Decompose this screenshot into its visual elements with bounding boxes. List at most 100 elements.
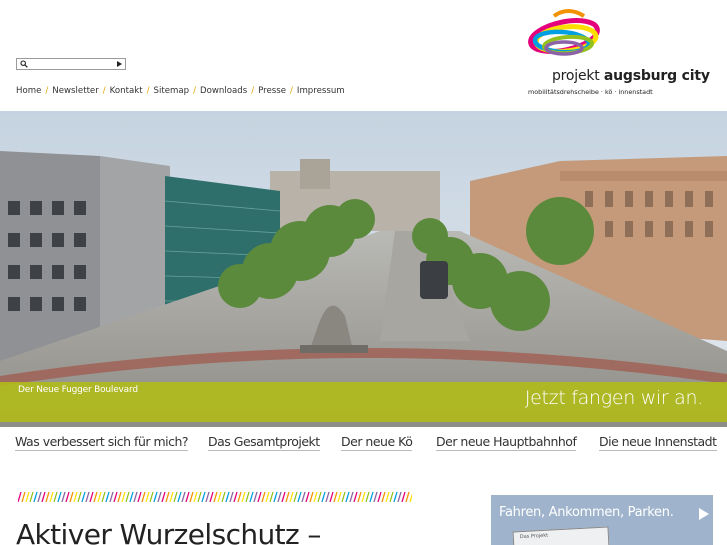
topnav-item-home[interactable]: Home (16, 86, 41, 96)
stripe-line (281, 492, 286, 502)
stripe-line (329, 492, 334, 502)
main-navigation: Was verbessert sich für mich? Das Gesamt… (0, 434, 727, 456)
stripe-line (53, 492, 58, 502)
stripe-line (61, 492, 66, 502)
stripe-line (105, 492, 110, 502)
stripe-line (405, 492, 410, 502)
topnav-item-impressum[interactable]: Impressum (297, 86, 345, 96)
stripe-line (41, 492, 46, 502)
stripe-line (397, 492, 402, 502)
mainnav-item-neue-koe[interactable]: Der neue Kö (341, 434, 413, 451)
search-box[interactable] (16, 58, 126, 70)
topnav-separator: / (146, 86, 150, 96)
stripe-line (325, 492, 330, 502)
stripe-line (145, 492, 150, 502)
stripe-line (357, 492, 362, 502)
stripe-line (125, 492, 130, 502)
topnav-separator: / (251, 86, 255, 96)
stripe-line (189, 492, 194, 502)
stripe-line (369, 492, 374, 502)
stripe-line (349, 492, 354, 502)
stripe-line (317, 492, 322, 502)
stripe-line (169, 492, 174, 502)
decorative-stripes (18, 492, 412, 502)
stripe-line (201, 492, 206, 502)
stripe-line (249, 492, 254, 502)
hero-claim: Jetzt fangen wir an. (524, 387, 703, 409)
stripe-line (385, 492, 390, 502)
stripe-line (237, 492, 242, 502)
stripe-line (393, 492, 398, 502)
stripe-line (373, 492, 378, 502)
search-submit-icon[interactable] (117, 61, 122, 67)
stripe-line (353, 492, 358, 502)
stripe-line (97, 492, 102, 502)
stripe-line (157, 492, 162, 502)
topnav-separator: / (45, 86, 49, 96)
stripe-line (313, 492, 318, 502)
promo-sign-text: Das Projekt (519, 532, 549, 541)
stripe-line (57, 492, 62, 502)
mainnav-item-hauptbahnhof[interactable]: Der neue Hauptbahnhof (436, 434, 577, 451)
site-logo[interactable]: projekt augsburg city mobilitätsdrehsche… (522, 8, 710, 100)
stripe-line (377, 492, 382, 502)
stripe-line (141, 492, 146, 502)
hero-caption: Der Neue Fugger Boulevard (18, 385, 138, 395)
stripe-line (85, 492, 90, 502)
stripe-line (109, 492, 114, 502)
topnav-item-downloads[interactable]: Downloads (200, 86, 247, 96)
stripe-line (205, 492, 210, 502)
stripe-line (177, 492, 182, 502)
stripe-line (285, 492, 290, 502)
topnav-item-presse[interactable]: Presse (258, 86, 286, 96)
promo-fahren-ankommen-parken[interactable]: Fahren, Ankommen, Parken. Das Projekt (491, 495, 713, 545)
stripe-line (21, 492, 26, 502)
topnav-item-newsletter[interactable]: Newsletter (52, 86, 98, 96)
stripe-line (277, 492, 282, 502)
stripe-line (337, 492, 342, 502)
search-input[interactable] (31, 59, 113, 69)
stripe-line (37, 492, 42, 502)
search-icon (20, 60, 28, 68)
stripe-line (389, 492, 394, 502)
stripe-line (165, 492, 170, 502)
topnav-item-sitemap[interactable]: Sitemap (153, 86, 189, 96)
stripe-line (333, 492, 338, 502)
stripe-line (225, 492, 230, 502)
stripe-line (137, 492, 142, 502)
mainnav-item-gesamtprojekt[interactable]: Das Gesamtprojekt (208, 434, 320, 451)
stripe-line (173, 492, 178, 502)
stripe-line (229, 492, 234, 502)
play-arrow-icon (699, 508, 709, 520)
mainnav-item-was-verbessert[interactable]: Was verbessert sich für mich? (15, 434, 189, 451)
hero-banner[interactable]: Der Neue Fugger Boulevard Jetzt fangen w… (0, 111, 727, 427)
stripe-line (89, 492, 94, 502)
hero-image (0, 111, 727, 427)
stripe-line (113, 492, 118, 502)
stripe-line (365, 492, 370, 502)
stripe-line (213, 492, 218, 502)
stripe-line (305, 492, 310, 502)
stripe-line (181, 492, 186, 502)
stripe-line (297, 492, 302, 502)
topnav-separator: / (290, 86, 293, 96)
stripe-line (293, 492, 298, 502)
stripe-line (185, 492, 190, 502)
stripe-line (29, 492, 34, 502)
stripe-line (261, 492, 266, 502)
stripe-line (345, 492, 350, 502)
mainnav-item-innenstadt[interactable]: Die neue Innenstadt (599, 434, 717, 451)
stripe-line (161, 492, 166, 502)
stripe-line (129, 492, 134, 502)
stripe-line (245, 492, 250, 502)
stripe-line (81, 492, 86, 502)
stripe-line (153, 492, 158, 502)
topnav-item-kontakt[interactable]: Kontakt (110, 86, 143, 96)
stripe-line (273, 492, 278, 502)
stripe-line (121, 492, 126, 502)
promo-sign-image: Das Projekt (512, 526, 610, 545)
stripe-line (289, 492, 294, 502)
topnav-separator: / (193, 86, 196, 96)
stripe-line (69, 492, 74, 502)
stripe-line (321, 492, 326, 502)
